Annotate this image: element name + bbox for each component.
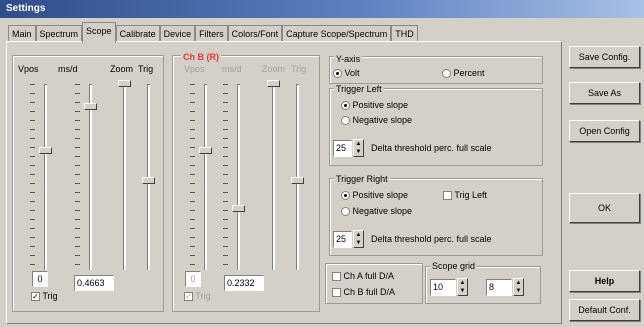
trigger-left-negative[interactable]: Negative slope — [341, 115, 413, 126]
msd-ticks-b — [223, 84, 228, 270]
tab-filters[interactable]: Filters — [195, 25, 228, 42]
cha-full-da-box[interactable] — [332, 272, 341, 282]
volt-label: Volt — [344, 68, 360, 78]
tab-calibrate[interactable]: Calibrate — [115, 25, 160, 42]
chb-full-da-label: Ch B full D/A — [343, 287, 396, 297]
trigger-left-spinner[interactable]: ▲ ▼ — [353, 139, 364, 157]
full-da-group — [325, 263, 423, 304]
ok-button[interactable]: OK — [569, 193, 640, 223]
msd-thumb-b[interactable] — [232, 205, 245, 212]
help-button[interactable]: Help — [569, 270, 640, 292]
window-title: Settings — [6, 3, 46, 14]
channel-b-title: Ch B (R) — [181, 52, 221, 62]
vpos-slider-b[interactable] — [204, 84, 207, 270]
msd-slider-a[interactable] — [89, 84, 92, 270]
trigger-left-positive-label: Positive slope — [352, 100, 409, 110]
vpos-thumb-b[interactable] — [199, 147, 212, 154]
tab-strip: Main Spectrum Scope Calibrate Device Fil… — [8, 22, 418, 43]
msd-ticks-a — [75, 84, 80, 270]
chb-full-da-checkbox[interactable]: Ch B full D/A — [332, 287, 396, 298]
trigger-left-negative-label: Negative slope — [352, 115, 413, 125]
msd-slider-b[interactable] — [237, 84, 240, 270]
vpos-value-b[interactable]: 0 — [185, 271, 201, 287]
zoom-thumb-a[interactable] — [118, 80, 131, 87]
zoom-slider-a[interactable] — [123, 84, 126, 270]
zoom-label-b: Zoom — [262, 64, 286, 74]
scope-grid-title: Scope grid — [430, 261, 478, 271]
trig-left-label: Trig Left — [454, 190, 488, 200]
vpos-value-a[interactable]: 0 — [32, 271, 48, 287]
vpos-thumb-a[interactable] — [39, 147, 52, 154]
open-config-button[interactable]: Open Config — [569, 120, 640, 142]
trig-thumb-a[interactable] — [142, 177, 155, 184]
trigger-right-negative[interactable]: Negative slope — [341, 206, 413, 217]
msd-thumb-a[interactable] — [84, 103, 97, 110]
msd-label-a: ms/d — [58, 64, 78, 74]
trigger-right-negative-label: Negative slope — [352, 206, 413, 216]
volt-radio-button[interactable] — [333, 69, 342, 79]
trig-checkbox-a[interactable]: ✓ Trig — [31, 291, 58, 302]
tab-scope[interactable]: Scope — [82, 22, 116, 43]
trigger-right-title: Trigger Right — [334, 174, 390, 184]
tab-thd[interactable]: THD — [391, 25, 418, 42]
zoom-thumb-b[interactable] — [267, 80, 280, 87]
vpos-label-b: Vpos — [184, 64, 205, 74]
trigger-left-positive-radio[interactable] — [341, 101, 350, 111]
title-bar: Settings — [0, 0, 644, 18]
save-config-button[interactable]: Save Config. — [569, 46, 640, 68]
trigger-right-negative-radio[interactable] — [341, 207, 350, 217]
trig-label-b: Trig — [291, 64, 307, 74]
tab-main[interactable]: Main — [8, 25, 36, 42]
trigger-right-delta-label: Delta threshold perc. full scale — [371, 234, 492, 244]
zoom-label-a: Zoom — [110, 64, 134, 74]
yaxis-percent-radio[interactable]: Percent — [442, 68, 485, 79]
trigger-right-positive-label: Positive slope — [352, 190, 409, 200]
zoom-slider-b[interactable] — [272, 84, 275, 270]
save-as-button[interactable]: Save As — [569, 82, 640, 104]
trigger-left-negative-radio[interactable] — [341, 116, 350, 126]
trigger-left-title: Trigger Left — [334, 84, 384, 94]
trigger-right-threshold-input[interactable]: 25 — [333, 231, 352, 248]
trig-checkbox-b[interactable]: ✓ Trig — [184, 291, 211, 302]
trig-left-check-box[interactable] — [443, 191, 452, 201]
msd-label-b: ms/d — [222, 64, 242, 74]
scope-grid-y-input[interactable]: 8 — [486, 279, 512, 296]
chb-full-da-box[interactable] — [332, 288, 341, 298]
vpos-ticks-b — [190, 84, 195, 270]
tab-device[interactable]: Device — [159, 25, 196, 42]
trig-check-a-box[interactable]: ✓ — [31, 292, 40, 302]
vpos-slider-a[interactable] — [44, 84, 47, 270]
msd-value-a[interactable]: 0.4663 — [74, 275, 114, 291]
cha-full-da-checkbox[interactable]: Ch A full D/A — [332, 271, 395, 282]
trigger-right-spinner[interactable]: ▲ ▼ — [353, 230, 364, 248]
tab-colors-font[interactable]: Colors/Font — [227, 25, 283, 42]
trigger-left-positive[interactable]: Positive slope — [341, 100, 409, 111]
tab-spectrum[interactable]: Spectrum — [35, 25, 83, 42]
vpos-ticks-a — [30, 84, 35, 270]
trig-left-checkbox[interactable]: Trig Left — [443, 190, 488, 201]
trig-label-a: Trig — [138, 64, 154, 74]
default-config-button[interactable]: Default Conf. — [569, 299, 640, 321]
msd-value-b[interactable]: 0.2332 — [224, 275, 264, 291]
yaxis-volt-radio[interactable]: Volt — [333, 68, 360, 79]
trig-check-a-label: Trig — [42, 291, 58, 301]
scope-grid-x-input[interactable]: 10 — [430, 279, 456, 296]
trigger-right-positive-radio[interactable] — [341, 191, 350, 201]
trigger-left-threshold-input[interactable]: 25 — [333, 140, 352, 157]
trig-check-b-box[interactable]: ✓ — [184, 292, 193, 302]
trigger-left-delta-label: Delta threshold perc. full scale — [371, 143, 492, 153]
vpos-label-a: Vpos — [18, 64, 39, 74]
trig-thumb-b[interactable] — [291, 177, 304, 184]
percent-radio-button[interactable] — [442, 69, 451, 79]
percent-label: Percent — [453, 68, 485, 78]
trig-check-b-label: Trig — [195, 291, 211, 301]
tab-capture[interactable]: Capture Scope/Spectrum — [282, 25, 392, 42]
scope-grid-x-spinner[interactable]: ▲ ▼ — [457, 278, 468, 296]
cha-full-da-label: Ch A full D/A — [343, 271, 395, 281]
yaxis-title: Y-axis — [334, 54, 363, 64]
scope-grid-y-spinner[interactable]: ▲ ▼ — [513, 278, 524, 296]
trigger-right-positive[interactable]: Positive slope — [341, 190, 409, 201]
